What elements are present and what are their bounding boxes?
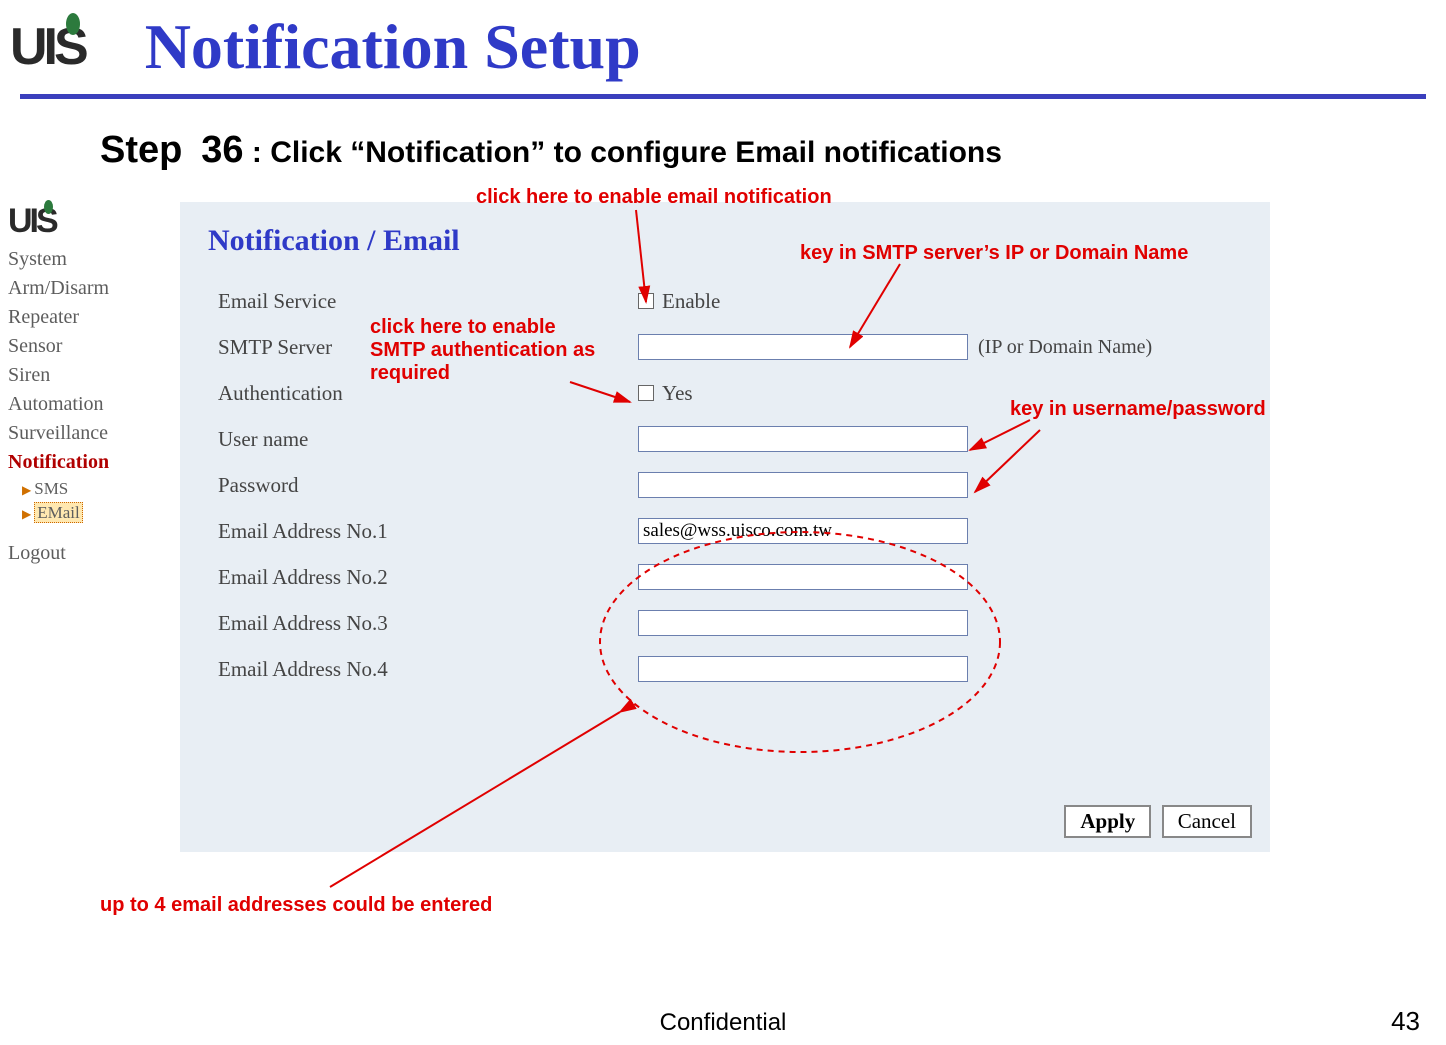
input-password[interactable] xyxy=(638,472,968,498)
sidebar-logo: UIS xyxy=(8,202,168,241)
input-email4[interactable] xyxy=(638,656,968,682)
apply-button[interactable]: Apply xyxy=(1064,805,1151,838)
page-number: 43 xyxy=(1391,1006,1420,1037)
sidebar-item-surveillance[interactable]: Surveillance xyxy=(8,419,168,448)
footer-text: Confidential xyxy=(0,1009,1446,1037)
input-email3[interactable] xyxy=(638,610,968,636)
label-password: Password xyxy=(218,473,638,498)
sidebar-item-sensor[interactable]: Sensor xyxy=(8,332,168,361)
input-email2[interactable] xyxy=(638,564,968,590)
checkbox-authentication[interactable] xyxy=(638,385,654,401)
label-email2: Email Address No.2 xyxy=(218,565,638,590)
hint-smtp: (IP or Domain Name) xyxy=(978,336,1152,359)
callout-enable-email: click here to enable email notification xyxy=(476,186,832,209)
sidebar-sub-email[interactable]: ▶EMail xyxy=(8,501,168,525)
page-title: Notification Setup xyxy=(145,10,641,84)
label-email1: Email Address No.1 xyxy=(218,519,638,544)
label-email3: Email Address No.3 xyxy=(218,611,638,636)
sidebar-item-siren[interactable]: Siren xyxy=(8,361,168,390)
cancel-button[interactable]: Cancel xyxy=(1162,805,1252,838)
step-instruction: Step 36 : Click “Notification” to config… xyxy=(0,99,1446,182)
sidebar-item-repeater[interactable]: Repeater xyxy=(8,303,168,332)
logo: UIS xyxy=(10,17,85,77)
input-email1[interactable] xyxy=(638,518,968,544)
label-enable: Enable xyxy=(662,289,720,314)
sidebar-item-notification[interactable]: Notification xyxy=(8,448,168,477)
sidebar-sub-sms[interactable]: ▶SMS xyxy=(8,477,168,501)
sidebar-item-logout[interactable]: Logout xyxy=(8,539,168,568)
form-panel: Notification / Email Email Service Enabl… xyxy=(180,202,1270,852)
label-username: User name xyxy=(218,427,638,452)
label-email4: Email Address No.4 xyxy=(218,657,638,682)
callout-smtp-auth: click here to enable SMTP authentication… xyxy=(370,316,610,385)
sidebar-item-arm-disarm[interactable]: Arm/Disarm xyxy=(8,274,168,303)
sidebar-item-automation[interactable]: Automation xyxy=(8,390,168,419)
callout-smtp-server: key in SMTP server’s IP or Domain Name xyxy=(800,242,1188,265)
checkbox-enable-email[interactable] xyxy=(638,293,654,309)
sidebar: UIS System Arm/Disarm Repeater Sensor Si… xyxy=(8,202,168,568)
sidebar-item-system[interactable]: System xyxy=(8,245,168,274)
panel-title: Notification / Email xyxy=(180,202,1270,278)
input-username[interactable] xyxy=(638,426,968,452)
callout-user-pass: key in username/password xyxy=(1010,398,1266,421)
callout-four-emails: up to 4 email addresses could be entered xyxy=(100,894,492,917)
label-email-service: Email Service xyxy=(218,289,638,314)
input-smtp-server[interactable] xyxy=(638,334,968,360)
label-auth-yes: Yes xyxy=(662,381,693,406)
